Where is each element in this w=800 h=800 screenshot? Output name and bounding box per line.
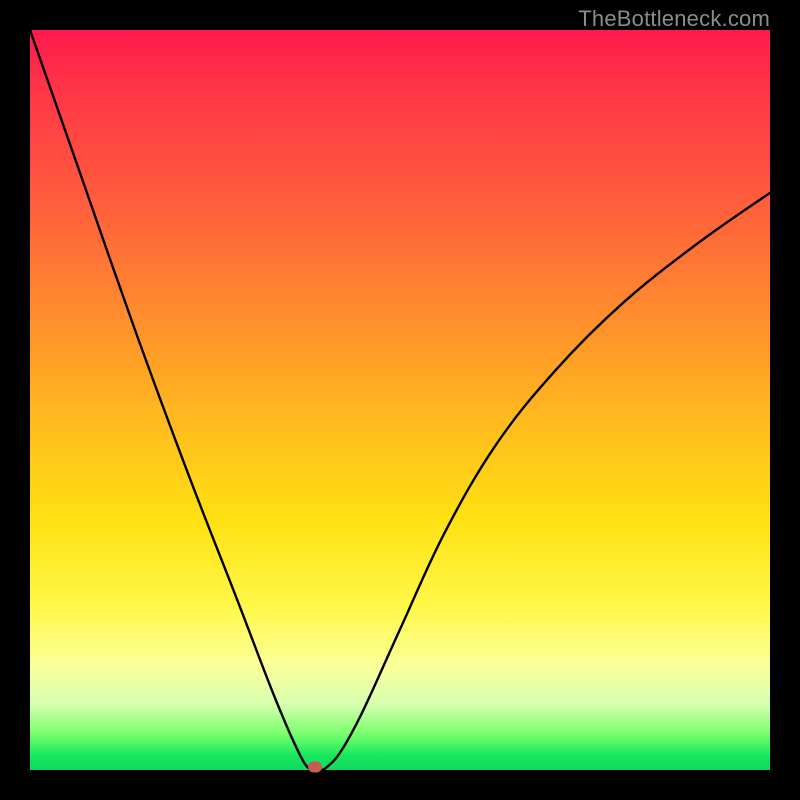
plot-area [30, 30, 770, 770]
optimum-marker [308, 762, 322, 773]
watermark-label: TheBottleneck.com [578, 6, 770, 32]
bottleneck-curve [30, 30, 770, 770]
chart-frame: TheBottleneck.com [0, 0, 800, 800]
